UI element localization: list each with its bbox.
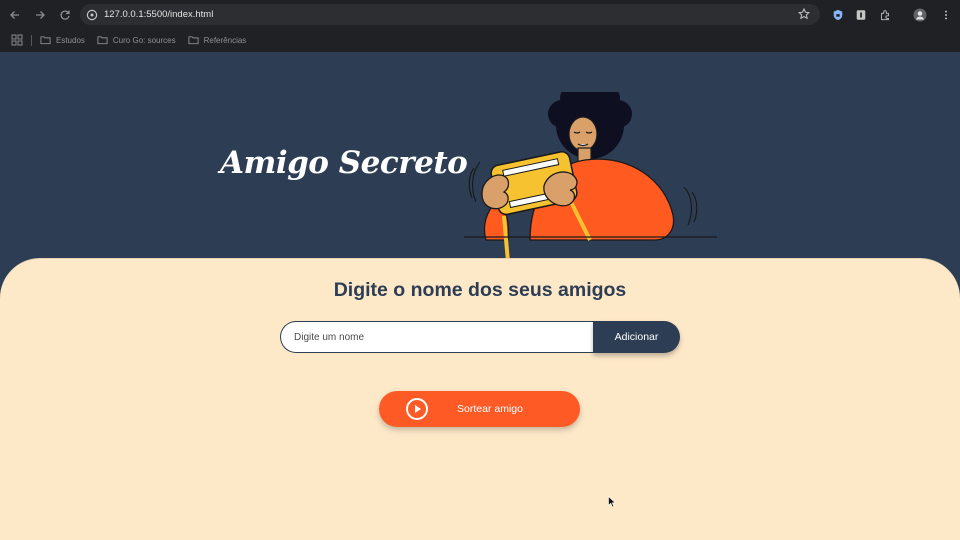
- bookmark-go-sources[interactable]: Curo Go: sources: [97, 35, 176, 45]
- name-input[interactable]: [280, 321, 593, 353]
- bookmark-label: Estudos: [56, 35, 85, 45]
- star-icon[interactable]: [798, 8, 810, 20]
- add-friend-form: Adicionar: [280, 321, 680, 353]
- site-info-icon[interactable]: [86, 9, 98, 21]
- bookmark-estudos[interactable]: Estudos: [40, 35, 85, 45]
- folder-icon: [188, 36, 199, 45]
- draw-friend-button[interactable]: Sortear amigo: [379, 391, 580, 427]
- bookmark-label: Referências: [203, 35, 247, 45]
- page-title: Amigo Secreto: [220, 145, 468, 181]
- back-button[interactable]: [4, 4, 26, 26]
- folder-icon: [40, 36, 51, 45]
- bookmarks-separator: [31, 34, 32, 46]
- bookmark-referencias[interactable]: Referências: [188, 35, 247, 45]
- apps-icon[interactable]: [11, 34, 23, 46]
- address-bar[interactable]: 127.0.0.1:5500/index.html: [80, 4, 820, 25]
- reload-icon: [60, 10, 70, 20]
- bookmarks-bar: Estudos Curo Go: sources Referências: [0, 30, 960, 50]
- url-text[interactable]: 127.0.0.1:5500/index.html: [104, 9, 213, 20]
- content-card: Digite o nome dos seus amigos Adicionar …: [0, 258, 960, 540]
- reader-extension-icon[interactable]: [854, 8, 868, 22]
- forward-icon: [36, 11, 45, 19]
- page-viewport: Amigo Secreto Digite o nome dos seus ami…: [0, 52, 960, 540]
- mouse-cursor-icon: [608, 496, 616, 508]
- back-icon: [10, 11, 19, 19]
- browser-chrome: 127.0.0.1:5500/index.html Estudos Curo G…: [0, 0, 960, 52]
- shield-extension-icon[interactable]: [831, 8, 845, 22]
- menu-icon[interactable]: [939, 8, 953, 22]
- forward-button[interactable]: [29, 4, 51, 26]
- add-button[interactable]: Adicionar: [593, 321, 680, 353]
- folder-icon: [97, 36, 108, 45]
- person-playing-game-illustration: [464, 92, 717, 262]
- draw-button-label: Sortear amigo: [457, 403, 523, 415]
- extensions-icon[interactable]: [878, 8, 892, 22]
- profile-icon[interactable]: [913, 8, 927, 22]
- section-heading: Digite o nome dos seus amigos: [333, 279, 627, 301]
- bookmark-label: Curo Go: sources: [112, 35, 176, 45]
- reload-button[interactable]: [54, 4, 76, 26]
